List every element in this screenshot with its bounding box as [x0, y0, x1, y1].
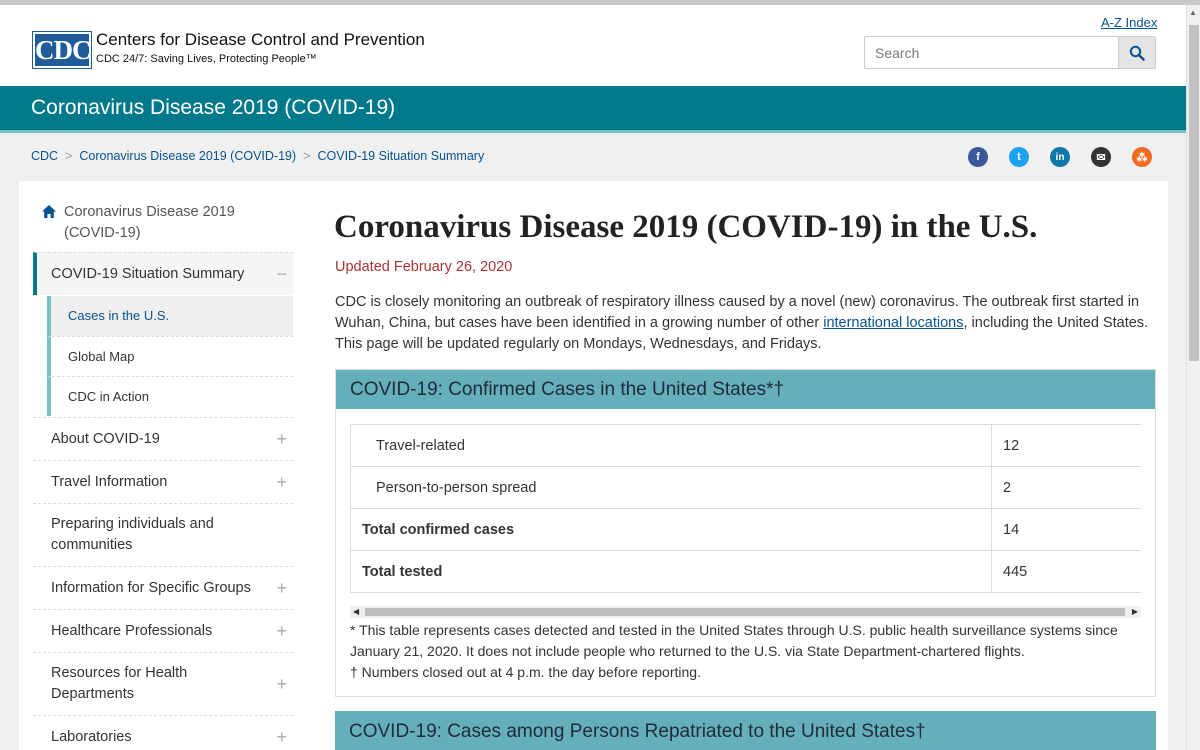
- sidebar-item-health-departments[interactable]: Resources for Health Departments +: [33, 652, 293, 715]
- cases-table: Travel-related 12 Person-to-person sprea…: [350, 424, 1141, 593]
- breadcrumb-situation-summary[interactable]: COVID-19 Situation Summary: [317, 149, 484, 163]
- intro-paragraph: CDC is closely monitoring an outbreak of…: [335, 292, 1150, 355]
- breadcrumb-separator: >: [303, 149, 311, 163]
- breadcrumb: CDC > Coronavirus Disease 2019 (COVID-19) >…: [31, 149, 484, 163]
- sidebar-home-label: Coronavirus Disease 2019 (COVID-19): [64, 204, 235, 241]
- linkedin-icon[interactable]: in: [1050, 147, 1070, 167]
- sidebar-item-travel[interactable]: Travel Information +: [33, 460, 293, 503]
- sidebar-subitem-label: Global Map: [68, 349, 135, 364]
- scroll-right-icon[interactable]: ▶: [1132, 606, 1138, 618]
- expand-icon[interactable]: +: [276, 727, 287, 748]
- magnifier-icon: [1129, 45, 1145, 61]
- table-row: Person-to-person spread 2: [350, 466, 1141, 509]
- sidebar-item-laboratories[interactable]: Laboratories +: [33, 715, 293, 750]
- table-cell-value: 445: [991, 550, 1141, 593]
- international-locations-link[interactable]: international locations: [823, 315, 963, 331]
- page-scrollbar-thumb[interactable]: [1189, 25, 1199, 361]
- sidebar-subitem-label: CDC in Action: [68, 389, 149, 404]
- scroll-up-icon[interactable]: ▲: [1189, 8, 1197, 17]
- panel-title: COVID-19: Confirmed Cases in the United …: [336, 370, 1155, 409]
- expand-icon[interactable]: +: [276, 621, 287, 642]
- sidebar-item-label: Laboratories: [51, 729, 132, 745]
- sidebar-item-label: About COVID-19: [51, 431, 160, 447]
- breadcrumb-separator: >: [65, 149, 73, 163]
- table-row: Travel-related 12: [350, 424, 1141, 467]
- page-title: Coronavirus Disease 2019 (COVID-19) in t…: [334, 209, 1038, 245]
- table-row: Total tested 445: [350, 550, 1141, 593]
- breadcrumb-covid19[interactable]: Coronavirus Disease 2019 (COVID-19): [79, 149, 296, 163]
- search-button[interactable]: [1118, 37, 1155, 68]
- sidebar-subitem-cases-us[interactable]: Cases in the U.S.: [47, 296, 293, 336]
- sidebar-item-label: Travel Information: [51, 474, 168, 490]
- sidebar-subitem-label: Cases in the U.S.: [68, 308, 170, 323]
- az-index-link[interactable]: A-Z Index: [1101, 15, 1157, 30]
- table-cell-value: 14: [991, 508, 1141, 551]
- expand-icon[interactable]: +: [276, 674, 287, 695]
- table-cell-value: 2: [991, 466, 1141, 509]
- sidebar-subitem-cdc-in-action[interactable]: CDC in Action: [47, 376, 293, 416]
- table-horizontal-scrollbar[interactable]: ◀ ▶: [350, 606, 1141, 618]
- sidebar-item-label: Preparing individuals and communities: [51, 516, 214, 553]
- expand-icon[interactable]: +: [276, 578, 287, 599]
- facebook-icon[interactable]: f: [968, 147, 988, 167]
- scroll-left-icon[interactable]: ◀: [353, 606, 359, 618]
- site-header: CDC Centers for Disease Control and Prev…: [0, 5, 1186, 86]
- expand-icon[interactable]: +: [276, 472, 287, 493]
- home-icon: [42, 205, 56, 218]
- title-band: Coronavirus Disease 2019 (COVID-19): [0, 86, 1186, 133]
- sidebar-item-label: Healthcare Professionals: [51, 623, 213, 639]
- repatriated-cases-panel-title: COVID-19: Cases among Persons Repatriate…: [335, 711, 1156, 750]
- sidebar-item-label: Resources for Health Departments: [51, 665, 188, 702]
- sidebar-item-label: Information for Specific Groups: [51, 580, 251, 596]
- sidebar-subitem-global-map[interactable]: Global Map: [47, 336, 293, 376]
- email-icon[interactable]: ✉: [1091, 147, 1111, 167]
- search-input[interactable]: [865, 37, 1119, 68]
- sidebar-item-situation-summary[interactable]: COVID-19 Situation Summary −: [33, 252, 293, 295]
- table-footnote-dagger: † Numbers closed out at 4 p.m. the day b…: [350, 664, 701, 680]
- page-scrollbar[interactable]: ▲: [1186, 5, 1200, 750]
- scrollbar-thumb[interactable]: [365, 608, 1125, 616]
- sidebar-item-healthcare[interactable]: Healthcare Professionals +: [33, 609, 293, 652]
- sidebar-home-link[interactable]: Coronavirus Disease 2019 (COVID-19): [42, 202, 253, 244]
- sidebar-item-specific-groups[interactable]: Information for Specific Groups +: [33, 566, 293, 609]
- table-cell-label: Total tested: [350, 550, 992, 593]
- table-footnote-asterisk: * This table represents cases detected a…: [350, 622, 1118, 659]
- expand-icon[interactable]: +: [276, 429, 287, 450]
- site-section-title[interactable]: Coronavirus Disease 2019 (COVID-19): [31, 96, 395, 120]
- collapse-icon[interactable]: −: [276, 264, 287, 285]
- syndicate-icon[interactable]: ⁂: [1132, 147, 1152, 167]
- twitter-icon[interactable]: t: [1009, 147, 1029, 167]
- table-cell-label: Person-to-person spread: [350, 466, 992, 509]
- cdc-logo[interactable]: CDC: [32, 31, 92, 69]
- sidebar-item-label: COVID-19 Situation Summary: [51, 266, 245, 282]
- table-cell-value: 12: [991, 424, 1141, 467]
- updated-date: Updated February 26, 2020: [335, 259, 513, 275]
- org-tagline: CDC 24/7: Saving Lives, Protecting Peopl…: [96, 53, 317, 65]
- confirmed-cases-panel: COVID-19: Confirmed Cases in the United …: [335, 369, 1156, 697]
- org-name[interactable]: Centers for Disease Control and Preventi…: [96, 30, 425, 50]
- breadcrumb-cdc[interactable]: CDC: [31, 149, 58, 163]
- sidebar-item-about[interactable]: About COVID-19 +: [33, 417, 293, 460]
- table-row: Total confirmed cases 14: [350, 508, 1141, 551]
- table-cell-label: Travel-related: [350, 424, 992, 467]
- sidebar-item-preparing[interactable]: Preparing individuals and communities: [33, 503, 293, 566]
- search-box: [864, 36, 1156, 69]
- table-cell-label: Total confirmed cases: [350, 508, 992, 551]
